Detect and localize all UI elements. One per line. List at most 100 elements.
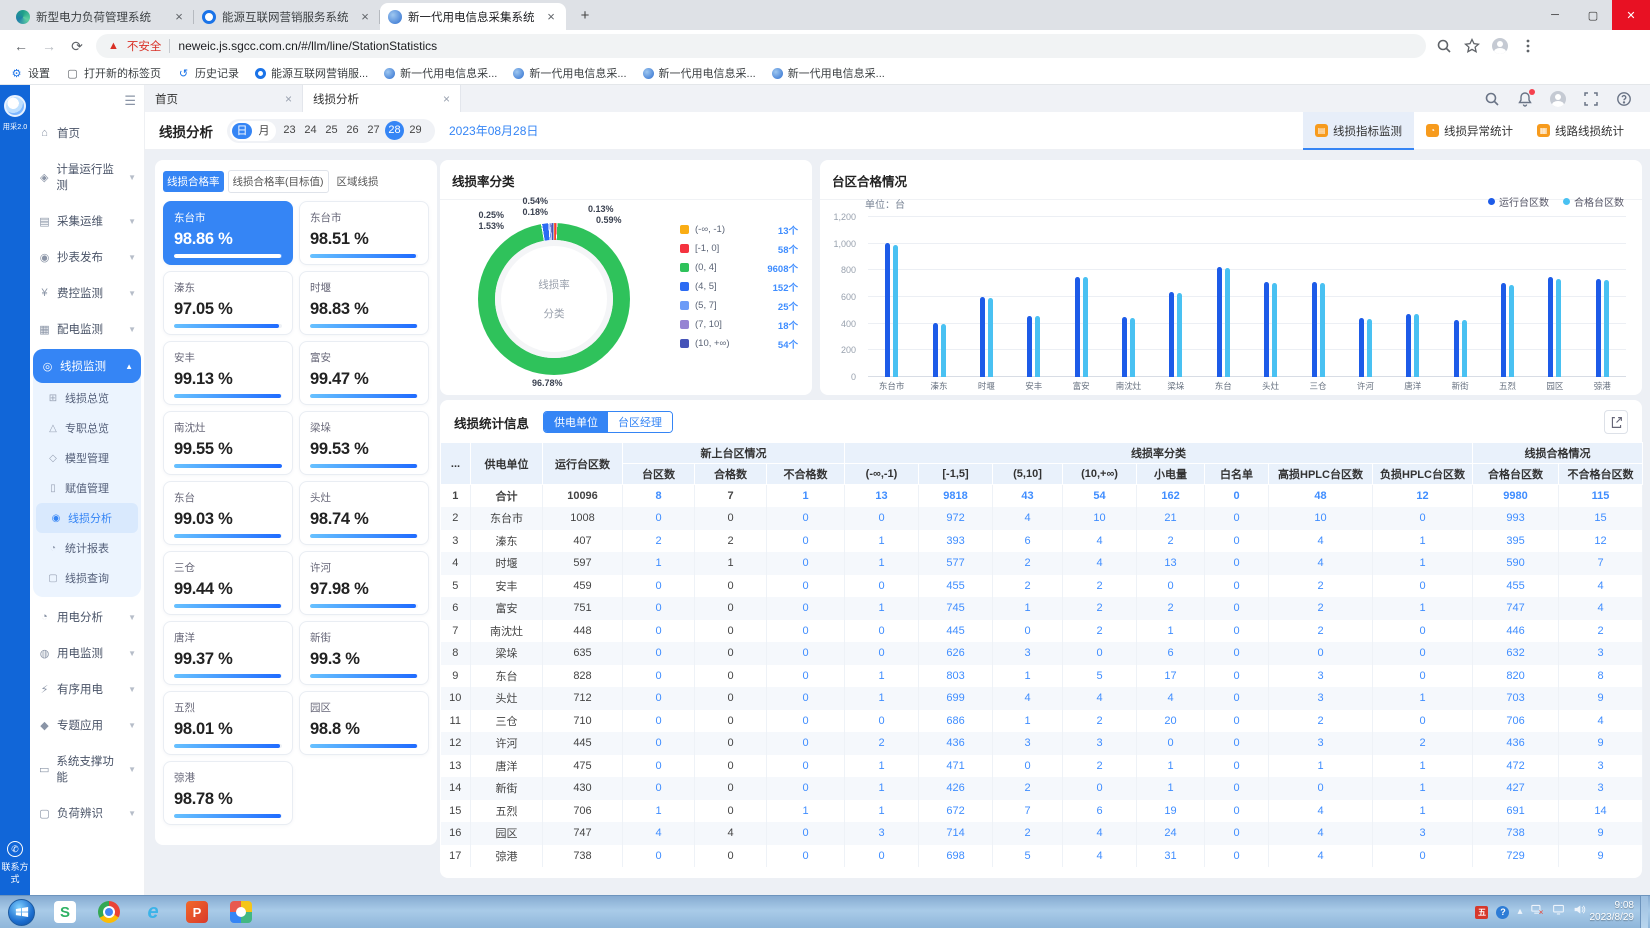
table-link-cell[interactable]: 426 [919, 777, 993, 800]
table-link-cell[interactable]: 0 [1205, 507, 1269, 530]
table-link-cell[interactable]: 6 [1063, 800, 1137, 823]
refresh-icon[interactable]: ⟳ [68, 37, 86, 55]
url-field[interactable]: ▲ 不安全 neweic.js.sgcc.com.cn/#/llm/line/S… [96, 34, 1426, 58]
table-link-cell[interactable]: 0 [767, 710, 845, 733]
table-link-cell[interactable]: 12 [1559, 530, 1643, 553]
toggle-station-manager[interactable]: 台区经理 [608, 412, 672, 432]
table-link-cell[interactable]: 1 [845, 777, 919, 800]
sidebar-subitem-analysis[interactable]: ◉线损分析 [36, 503, 138, 533]
legend-item[interactable]: (10, +∞)54个 [680, 334, 798, 353]
table-link-cell[interactable]: 54 [1063, 485, 1137, 508]
table-link-cell[interactable]: 1 [1137, 777, 1205, 800]
sidebar-item-fee[interactable]: ¥费控监测▼ [30, 275, 144, 311]
table-link-cell[interactable]: 0 [1373, 710, 1473, 733]
tab-close-icon[interactable]: × [285, 92, 292, 106]
table-link-cell[interactable]: 706 [1473, 710, 1559, 733]
bookmark-item[interactable]: 新一代用电信息采... [513, 65, 626, 81]
table-link-cell[interactable]: 590 [1473, 552, 1559, 575]
bar-qualified-stations[interactable] [941, 324, 946, 377]
bar-qualified-stations[interactable] [1604, 280, 1609, 377]
bar-running-stations[interactable] [1169, 292, 1174, 377]
bar-qualified-stations[interactable] [1462, 320, 1467, 377]
browser-tab[interactable]: 能源互联网营销服务系统× [194, 3, 380, 30]
bookmark-star-icon[interactable] [1464, 38, 1480, 54]
export-icon[interactable] [1604, 410, 1628, 434]
table-link-cell[interactable]: 1 [845, 597, 919, 620]
table-link-cell[interactable]: 4 [1559, 575, 1643, 598]
table-link-cell[interactable]: 1 [767, 485, 845, 508]
table-link-cell[interactable]: 0 [1373, 665, 1473, 688]
table-link-cell[interactable]: 436 [919, 732, 993, 755]
table-link-cell[interactable]: 0 [1137, 732, 1205, 755]
table-link-cell[interactable]: 1 [623, 552, 695, 575]
bar-qualified-stations[interactable] [1083, 277, 1088, 377]
bar-running-stations[interactable] [1406, 314, 1411, 377]
table-link-cell[interactable]: 0 [845, 575, 919, 598]
table-link-cell[interactable]: 4 [993, 687, 1063, 710]
view-tab[interactable]: ▦线路线损统计 [1525, 112, 1636, 150]
back-icon[interactable]: ← [12, 37, 30, 55]
table-link-cell[interactable]: 3 [1063, 732, 1137, 755]
table-link-cell[interactable]: 0 [1205, 597, 1269, 620]
table-link-cell[interactable]: 3 [993, 732, 1063, 755]
sidebar-subitem-professional[interactable]: △专职总览 [33, 413, 141, 443]
table-link-cell[interactable]: 0 [1205, 687, 1269, 710]
taskbar-clock[interactable]: 9:08 2023/8/29 [1590, 900, 1635, 924]
table-link-cell[interactable]: 0 [623, 507, 695, 530]
table-link-cell[interactable]: 3 [1559, 755, 1643, 778]
bookmark-item[interactable]: ↺历史记录 [177, 65, 239, 81]
table-link-cell[interactable]: 0 [623, 732, 695, 755]
table-link-cell[interactable]: 0 [1205, 755, 1269, 778]
table-link-cell[interactable]: 2 [993, 822, 1063, 845]
table-link-cell[interactable]: 9980 [1473, 485, 1559, 508]
legend-item[interactable]: (0, 4]9608个 [680, 258, 798, 277]
table-link-cell[interactable]: 626 [919, 642, 993, 665]
table-link-cell[interactable]: 1 [845, 552, 919, 575]
table-link-cell[interactable]: 2 [1063, 710, 1137, 733]
table-link-cell[interactable]: 0 [623, 777, 695, 800]
bar-qualified-stations[interactable] [1272, 283, 1277, 377]
table-link-cell[interactable]: 0 [993, 755, 1063, 778]
table-link-cell[interactable]: 0 [767, 755, 845, 778]
table-link-cell[interactable]: 6 [1137, 642, 1205, 665]
table-link-cell[interactable]: 455 [1473, 575, 1559, 598]
bar-running-stations[interactable] [1312, 282, 1317, 377]
legend-item[interactable]: (7, 10]18个 [680, 315, 798, 334]
sidebar-item-collect[interactable]: ▤采集运维▼ [30, 203, 144, 239]
table-link-cell[interactable]: 1 [993, 710, 1063, 733]
rate-card[interactable]: 安丰99.13 % [163, 341, 293, 405]
table-link-cell[interactable]: 632 [1473, 642, 1559, 665]
rate-card[interactable]: 许河97.98 % [299, 551, 429, 615]
table-link-cell[interactable]: 2 [1559, 620, 1643, 643]
sidebar-subitem-assignment[interactable]: ▯赋值管理 [33, 473, 141, 503]
table-link-cell[interactable]: 8 [623, 485, 695, 508]
table-link-cell[interactable]: 747 [1473, 597, 1559, 620]
rate-tab[interactable]: 区域线损 [333, 171, 383, 192]
table-link-cell[interactable]: 1 [1137, 620, 1205, 643]
table-link-cell[interactable]: 0 [767, 845, 845, 868]
table-link-cell[interactable]: 9 [1559, 845, 1643, 868]
bar-running-stations[interactable] [1548, 277, 1553, 377]
table-link-cell[interactable]: 1 [845, 530, 919, 553]
contact-widget[interactable]: ✆ 联系方式 [0, 841, 30, 885]
table-link-cell[interactable]: 0 [1205, 822, 1269, 845]
bar-running-stations[interactable] [1359, 318, 1364, 377]
table-link-cell[interactable]: 0 [623, 665, 695, 688]
table-link-cell[interactable]: 13 [1137, 552, 1205, 575]
table-link-cell[interactable]: 0 [1205, 800, 1269, 823]
table-link-cell[interactable]: 0 [1373, 642, 1473, 665]
table-link-cell[interactable]: 472 [1473, 755, 1559, 778]
sidebar-item-lineloss[interactable]: ◎线损监测▲ [33, 349, 141, 383]
table-link-cell[interactable]: 5 [1063, 665, 1137, 688]
table-link-cell[interactable]: 820 [1473, 665, 1559, 688]
legend-item[interactable]: (-∞, -1)13个 [680, 220, 798, 239]
bar-qualified-stations[interactable] [988, 298, 993, 377]
inner-tab[interactable]: 首页× [145, 85, 303, 112]
table-link-cell[interactable]: 12 [1373, 485, 1473, 508]
table-link-cell[interactable]: 0 [1205, 845, 1269, 868]
table-link-cell[interactable]: 0 [1269, 777, 1373, 800]
bar-running-stations[interactable] [980, 297, 985, 377]
rate-card[interactable]: 头灶98.74 % [299, 481, 429, 545]
rate-card[interactable]: 溱东97.05 % [163, 271, 293, 335]
bar-qualified-stations[interactable] [1130, 318, 1135, 378]
